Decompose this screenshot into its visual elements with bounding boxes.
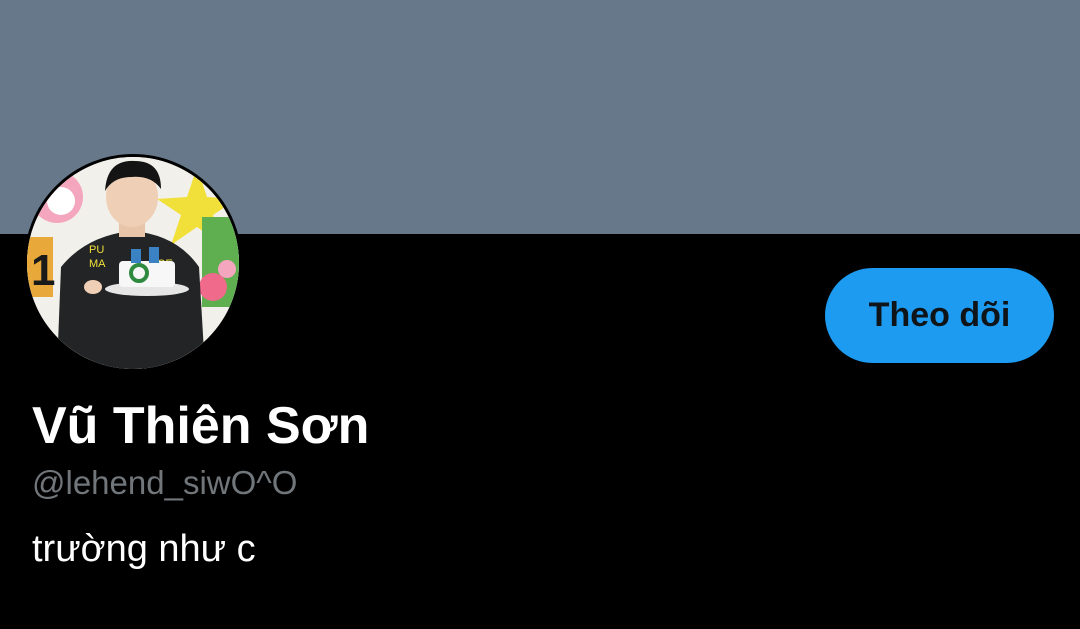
profile-handle: @lehend_siwO^O [32, 464, 298, 501]
profile-header: 1 PU MA GE Theo dõi Vũ Thiên [0, 0, 1080, 629]
profile-display-name: Vũ Thiên Sơn [32, 397, 370, 455]
follow-button[interactable]: Theo dõi [825, 268, 1054, 363]
avatar-photo-icon: 1 PU MA GE [27, 157, 239, 369]
svg-text:MA: MA [89, 258, 106, 270]
profile-bio: trường như c [32, 528, 256, 570]
svg-text:PU: PU [89, 244, 104, 256]
avatar[interactable]: 1 PU MA GE [24, 154, 242, 372]
svg-text:1: 1 [31, 246, 55, 295]
